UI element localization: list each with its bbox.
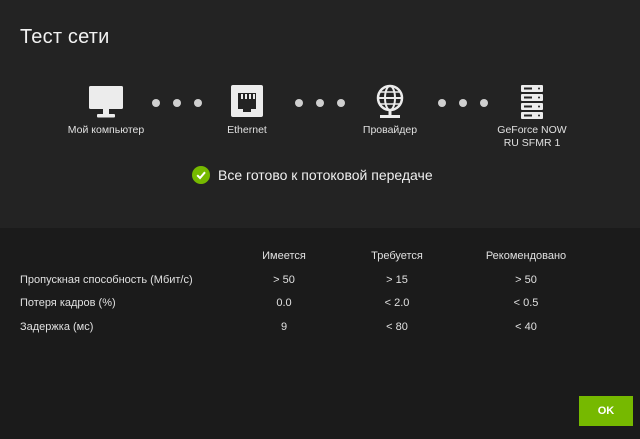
ethernet-port-icon bbox=[231, 85, 263, 117]
table-cell: < 2.0 bbox=[384, 297, 410, 309]
table-cell: > 15 bbox=[386, 274, 408, 286]
path-node-label: GeForce NOW RU SFMR 1 bbox=[497, 124, 567, 149]
path-node-provider: Провайдер bbox=[330, 84, 450, 137]
table-cell: < 80 bbox=[386, 321, 408, 333]
path-node-label: Ethernet bbox=[227, 124, 267, 136]
table-cell: < 0.5 bbox=[513, 297, 539, 309]
table-cell: < 40 bbox=[515, 321, 537, 333]
globe-network-icon bbox=[376, 84, 404, 118]
table-row: Задержка (мс) 9 < 80 < 40 bbox=[0, 321, 640, 337]
ok-button[interactable]: OK bbox=[579, 396, 633, 426]
table-cell: 9 bbox=[280, 321, 288, 333]
path-node-server: GeForce NOW RU SFMR 1 bbox=[472, 84, 592, 150]
table-cell: > 50 bbox=[273, 274, 295, 286]
column-header: Имеется bbox=[262, 250, 306, 262]
path-node-label: Мой компьютер bbox=[67, 124, 145, 136]
path-node-ethernet: Ethernet bbox=[187, 84, 307, 137]
monitor-icon bbox=[89, 86, 123, 118]
path-node-computer: Мой компьютер bbox=[46, 84, 166, 137]
table-row: Пропускная способность (Мбит/с) > 50 > 1… bbox=[0, 274, 640, 290]
column-header: Требуется bbox=[371, 250, 423, 262]
status-message: Все готово к потоковой передаче bbox=[192, 166, 433, 184]
status-text: Все готово к потоковой передаче bbox=[218, 167, 433, 183]
path-node-label: Провайдер bbox=[362, 124, 418, 136]
check-circle-icon bbox=[192, 166, 210, 184]
table-cell: > 50 bbox=[515, 274, 537, 286]
table-row: Потеря кадров (%) 0.0 < 2.0 < 0.5 bbox=[0, 297, 640, 313]
table-header-row: Имеется Требуется Рекомендовано bbox=[0, 250, 640, 266]
server-icon bbox=[521, 85, 543, 119]
row-label: Задержка (мс) bbox=[20, 321, 94, 333]
column-header: Рекомендовано bbox=[485, 250, 567, 262]
table-cell: 0.0 bbox=[276, 297, 292, 309]
row-label: Потеря кадров (%) bbox=[20, 297, 116, 309]
dialog-title: Тест сети bbox=[20, 26, 110, 48]
row-label: Пропускная способность (Мбит/с) bbox=[20, 274, 193, 286]
